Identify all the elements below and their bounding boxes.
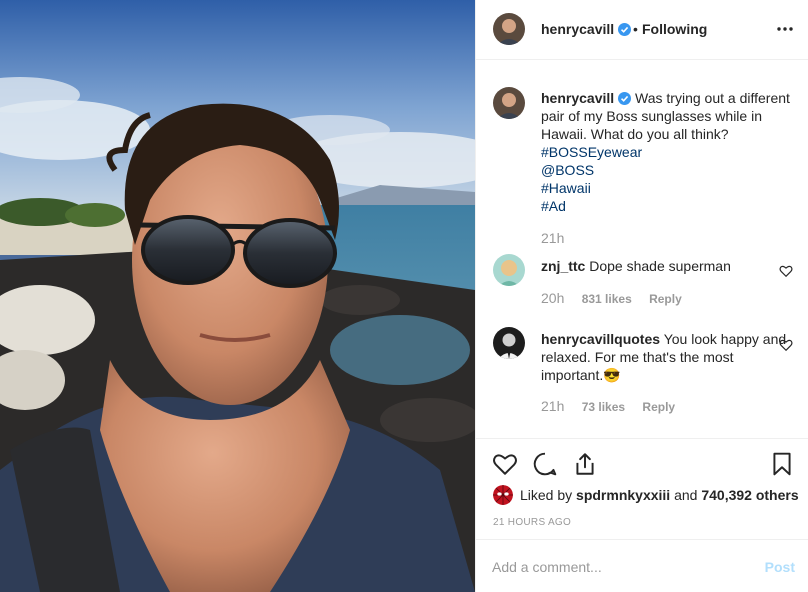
sunglasses-emoji: 😎 <box>603 367 621 383</box>
user-avatar-icon <box>493 13 525 45</box>
share-icon[interactable] <box>572 451 598 477</box>
commenter-avatar-icon <box>493 327 525 359</box>
selfie-photo-illustration <box>0 0 475 592</box>
liked-by-username[interactable]: spdrmnkyxxiii <box>576 487 670 503</box>
comment-body: znj_ttc Dope shade superman <box>541 257 793 275</box>
comment-input[interactable] <box>492 557 732 577</box>
liked-by-prefix: Liked by <box>520 487 573 503</box>
commenter-avatar-icon <box>493 254 525 286</box>
comment-text: Dope shade superman <box>589 258 731 274</box>
user-avatar-icon <box>493 87 525 119</box>
reply-button[interactable]: Reply <box>649 292 682 306</box>
avatar[interactable] <box>493 485 513 505</box>
hashtag-link[interactable]: #Hawaii <box>541 179 793 197</box>
post-header: henrycavill • Following <box>476 0 808 60</box>
avatar[interactable] <box>493 13 525 45</box>
comment-meta: 21h 73 likes Reply <box>541 398 675 414</box>
bookmark-icon[interactable] <box>769 451 795 477</box>
avatar[interactable] <box>493 327 525 359</box>
post-photo[interactable] <box>0 0 475 592</box>
avatar[interactable] <box>493 87 525 119</box>
header-username[interactable]: henrycavill <box>541 21 632 37</box>
comment-username[interactable]: henrycavillquotes <box>541 331 660 347</box>
hashtag-link[interactable]: #BOSSEyewear <box>541 143 793 161</box>
liked-by-line: Liked by spdrmnkyxxiii and 740,392 other… <box>493 485 799 505</box>
reply-button[interactable]: Reply <box>642 400 675 414</box>
verified-badge-icon <box>618 23 632 36</box>
hashtag-link[interactable]: #Ad <box>541 197 793 215</box>
comment-likes[interactable]: 831 likes <box>582 292 632 306</box>
caption-meta: 21h <box>541 230 564 246</box>
liked-by-and: and <box>674 487 698 503</box>
verified-badge-icon <box>618 92 632 105</box>
likes-count-link[interactable]: 740,392 others <box>701 487 798 503</box>
comments-list: henrycavill Was trying out a different p… <box>476 61 808 437</box>
post-comment-button[interactable]: Post <box>765 559 795 575</box>
comment-time[interactable]: 21h <box>541 398 564 414</box>
like-heart-icon[interactable] <box>492 451 518 477</box>
instagram-post: henrycavill • Following henrycavill Was … <box>0 0 808 592</box>
heart-outline-icon[interactable] <box>779 264 793 278</box>
comment-likes[interactable]: 73 likes <box>582 400 625 414</box>
comment-bubble-icon[interactable] <box>532 451 558 477</box>
spiderman-avatar-icon <box>493 485 513 505</box>
separator-dot: • <box>633 21 638 37</box>
post-timestamp[interactable]: 21 HOURS AGO <box>493 517 571 528</box>
caption-body: henrycavill Was trying out a different p… <box>541 89 793 215</box>
heart-outline-icon[interactable] <box>779 338 793 352</box>
post-details-panel: henrycavill • Following henrycavill Was … <box>475 0 808 592</box>
caption-username[interactable]: henrycavill <box>541 90 614 106</box>
comment-time[interactable]: 20h <box>541 290 564 306</box>
following-button[interactable]: Following <box>642 21 707 37</box>
comment-body: henrycavillquotes You look happy and rel… <box>541 330 793 384</box>
avatar[interactable] <box>493 254 525 286</box>
caption-time[interactable]: 21h <box>541 230 564 246</box>
add-comment-bar: Post <box>476 539 808 592</box>
comment-username[interactable]: znj_ttc <box>541 258 585 274</box>
comment-meta: 20h 831 likes Reply <box>541 290 682 306</box>
post-actions: Liked by spdrmnkyxxiii and 740,392 other… <box>476 438 808 538</box>
ellipsis-icon[interactable] <box>775 21 795 37</box>
mention-link[interactable]: @BOSS <box>541 161 793 179</box>
